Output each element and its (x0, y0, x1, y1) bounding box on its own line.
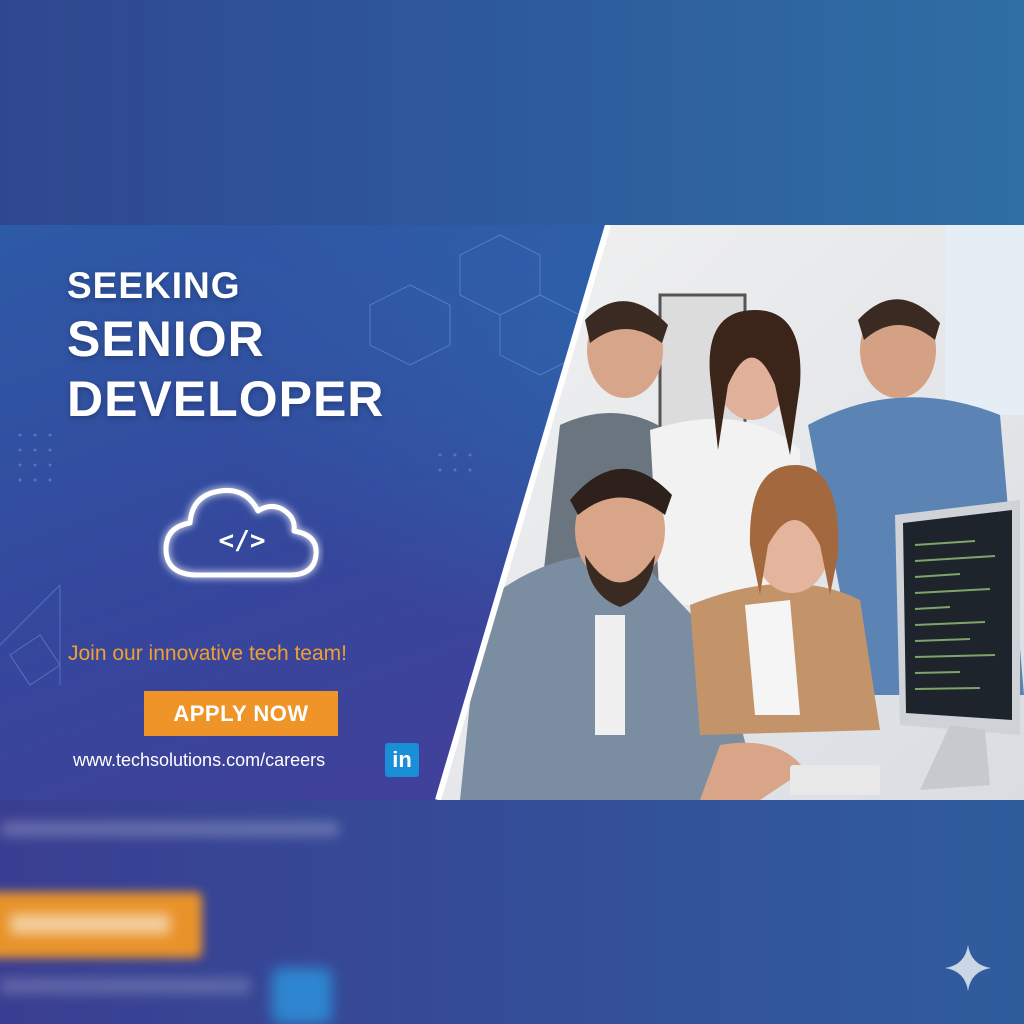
headline-seeking: SEEKING (67, 265, 241, 306)
blurred-text-reflection (0, 822, 340, 836)
tagline: Join our innovative tech team! (68, 642, 347, 665)
sparkle-icon (945, 945, 991, 991)
svg-text:</>: </> (219, 526, 266, 556)
blurred-badge-reflection (272, 968, 332, 1024)
careers-link[interactable]: www.techsolutions.com/careers (73, 750, 325, 771)
top-blurred-band (0, 0, 1024, 225)
headline-senior: SENIOR (67, 311, 265, 367)
apply-now-button[interactable]: APPLY NOW (144, 691, 338, 736)
blurred-button-text (10, 914, 170, 934)
job-banner: SEEKING SENIOR DEVELOPER </> Join our in… (0, 225, 1024, 800)
headline-developer: DEVELOPER (67, 371, 385, 427)
blurred-url-reflection (0, 978, 250, 994)
linkedin-icon[interactable]: in (385, 743, 419, 777)
bottom-blurred-band (0, 800, 1024, 1024)
cloud-code-icon: </> (163, 487, 319, 578)
